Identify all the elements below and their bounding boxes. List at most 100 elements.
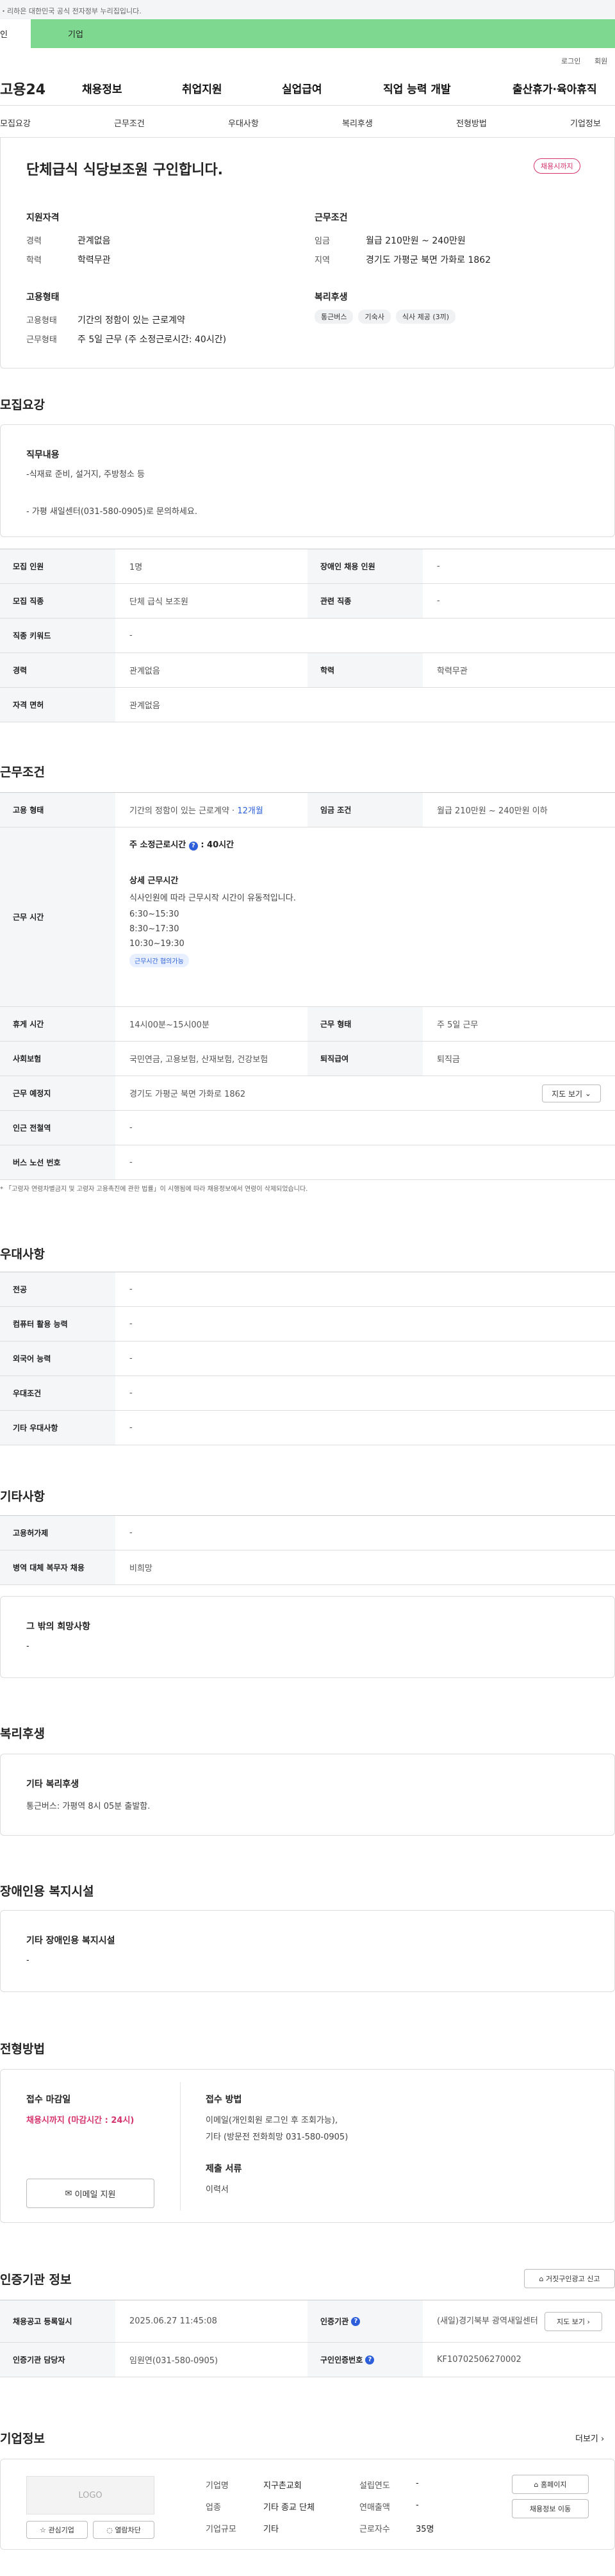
gov-banner-text: ・리하은 대한민국 공식 전자정부 누리집입니다. (0, 7, 142, 15)
table-cell: 2025.06.27 11:45:08 (129, 2316, 217, 2326)
table-cell: - (129, 631, 133, 640)
tab-recruit[interactable]: 모집요강 (0, 117, 31, 129)
table-header: 모집 인원 (0, 549, 115, 583)
table-header: 임금 조건 (308, 793, 423, 827)
table-cell: KF10702506270002 (437, 2355, 521, 2364)
site-logo[interactable]: 고용24 (0, 78, 45, 99)
deadline-title: 접수 마감일 (26, 2095, 71, 2105)
table-row: 버스 노선 번호 - (0, 1145, 615, 1180)
employees-label: 근로자수 (359, 2525, 390, 2534)
more-link[interactable]: 더보기 › (575, 2432, 604, 2444)
jobs-link-button[interactable]: 채용정보 이동 (512, 2499, 589, 2518)
welfare-badge: 식사 제공 (3끼) (395, 310, 456, 324)
wage-label: 임금 (315, 237, 330, 246)
job-title: 단체급식 식당보조원 구인합니다. (26, 162, 224, 178)
gnb-jobs[interactable]: 채용정보 (82, 80, 122, 96)
table-cell: 월급 210만원 ~ 240만원 이하 (437, 806, 548, 816)
revenue-label: 연매출액 (359, 2503, 390, 2513)
map-button[interactable]: 지도 보기 ⌄ (542, 1084, 601, 1102)
size-label: 기업규모 (206, 2525, 236, 2534)
table-header: 전공 (0, 1272, 115, 1306)
table-cell: - (129, 1284, 133, 1294)
tab-pref[interactable]: 우대사항 (228, 117, 259, 129)
region-label: 지역 (315, 256, 330, 265)
chevron-down-icon: ⌄ (584, 1089, 591, 1098)
divider (180, 2082, 181, 2211)
tab-company[interactable]: 기업 (31, 19, 615, 48)
duty-title: 직무내용 (26, 450, 60, 460)
agency-map-button[interactable]: 지도 보기 › (545, 2312, 602, 2331)
util-bar: 로그인 회원 (0, 48, 615, 69)
table-header: 직종 키워드 (0, 619, 115, 652)
info-icon[interactable]: ? (188, 842, 198, 851)
tab-individual[interactable]: 인 (0, 19, 31, 48)
tab-apply[interactable]: 전형방법 (456, 117, 487, 129)
table-header: 채용공고 등록일시 (0, 2300, 115, 2342)
workcond-heading: 근무조건 (0, 765, 45, 779)
table-row: 자격 면허 관계없음 (0, 688, 615, 722)
email-apply-button[interactable]: ✉ 이메일 지원 (26, 2179, 154, 2208)
star-icon: ☆ (40, 2525, 46, 2534)
gnb-training[interactable]: 직업 능력 개발 (383, 80, 451, 96)
duty-card: 직무내용 -식재료 준비, 설거지, 주방청소 등 - 가평 새일센터(031-… (0, 424, 615, 537)
duty-line-1: -식재료 준비, 설거지, 주방청소 등 (26, 470, 145, 479)
other-wishes-value: - (26, 1641, 29, 1651)
table-header: 퇴직급여 (308, 1042, 423, 1076)
cond-title: 근무조건 (315, 213, 348, 223)
login-link[interactable]: 로그인 (561, 56, 580, 66)
gov-banner: ・리하은 대한민국 공식 전자정부 누리집입니다. (0, 0, 615, 19)
tab-workcond[interactable]: 근무조건 (114, 117, 145, 129)
gnb-employment-support[interactable]: 취업지원 (182, 80, 222, 96)
welfare-card-title: 기타 복리후생 (26, 1779, 79, 1790)
emp-period: 12개월 (237, 806, 263, 816)
gnb-leave[interactable]: 출산휴가·육아휴직 (512, 80, 597, 96)
homepage-button[interactable]: ⌂ 홈페이지 (512, 2475, 589, 2494)
table-row: 인근 전철역 - (0, 1111, 615, 1145)
favorite-button[interactable]: ☆ 관심기업 (26, 2521, 88, 2539)
table-header: 장애인 채용 인원 (308, 549, 423, 583)
table-row: 고용 형태 기간의 정함이 있는 근로계약 · 12개월 임금 조건 월급 210… (0, 793, 615, 827)
hours-item: 8:30~17:30 (129, 924, 179, 934)
welfare-card: 기타 복리후생 통근버스: 가평역 8시 05분 출발함. (0, 1754, 615, 1836)
work-label: 근무형태 (26, 335, 57, 345)
status-badge: 채용시까지 (534, 158, 580, 174)
revenue: - (416, 2500, 419, 2510)
size: 기타 (263, 2525, 279, 2534)
welfare-title: 복리후생 (315, 292, 348, 303)
table-header: 컴퓨터 활용 능력 (0, 1307, 115, 1341)
report-button[interactable]: ⌂ 거짓구인광고 신고 (524, 2269, 615, 2288)
gnb-unemployment[interactable]: 실업급여 (282, 80, 322, 96)
table-header: 고용 형태 (0, 793, 115, 827)
table-cell: 1명 (129, 563, 143, 572)
table-cell: - (129, 1528, 133, 1538)
age-note: * 「고령자 연령차별금지 및 고령자 고용촉진에 관한 법률」이 시행됨에 따… (0, 1186, 308, 1193)
table-header: 근무 시간 (0, 827, 115, 1006)
section-tabs: 모집요강 근무조건 우대사항 복리후생 전형방법 기업정보 (0, 106, 615, 138)
method-line-1: 이메일(개인회원 로그인 후 조회가능), (206, 2116, 338, 2125)
hours-detail-desc: 식사인원에 따라 근무시작 시간이 유동적입니다. (129, 893, 296, 903)
signup-link[interactable]: 회원 (594, 56, 607, 66)
etc-heading: 기타사항 (0, 1490, 45, 1504)
table-row: 인증기관 담당자 임원연(031-580-0905) 구인인증번호 ? KF107… (0, 2343, 615, 2377)
hours-item: 6:30~15:30 (129, 910, 179, 919)
founded: - (416, 2479, 419, 2488)
table-row: 근무 예정지 경기도 가평군 북면 가화로 1862 지도 보기 ⌄ (0, 1076, 615, 1111)
table-cell: - (437, 561, 440, 571)
other-wishes-card: 그 밖의 희망사항 - (0, 1596, 615, 1678)
info-icon[interactable]: ? (351, 2316, 361, 2326)
table-cell: - (129, 1354, 133, 1363)
audience-tabs: 인 기업 (0, 19, 615, 48)
info-icon[interactable]: ? (365, 2355, 375, 2364)
emp-type: 기간의 정함이 있는 근로계약 · (129, 806, 235, 816)
table-cell: 경기도 가평군 북면 가화로 1862 (129, 1090, 246, 1099)
tab-company-info[interactable]: 기업정보 (570, 117, 601, 129)
qual-title: 지원자격 (26, 213, 60, 223)
table-row: 병역 대체 복무자 채용 비희망 (0, 1550, 615, 1585)
company-card: LOGO ☆ 관심기업 ◌ 열람차단 기업명 지구촌교회 업종 기타 종교 단체… (0, 2459, 615, 2550)
table-header: 외국어 능력 (0, 1342, 115, 1375)
method-title: 접수 방법 (206, 2095, 242, 2105)
docs-value: 이력서 (206, 2185, 229, 2195)
tab-welfare[interactable]: 복리후생 (342, 117, 373, 129)
block-button[interactable]: ◌ 열람차단 (93, 2521, 154, 2539)
method-line-2: 기타 (방문전 전화희망 031-580-0905) (206, 2132, 348, 2142)
